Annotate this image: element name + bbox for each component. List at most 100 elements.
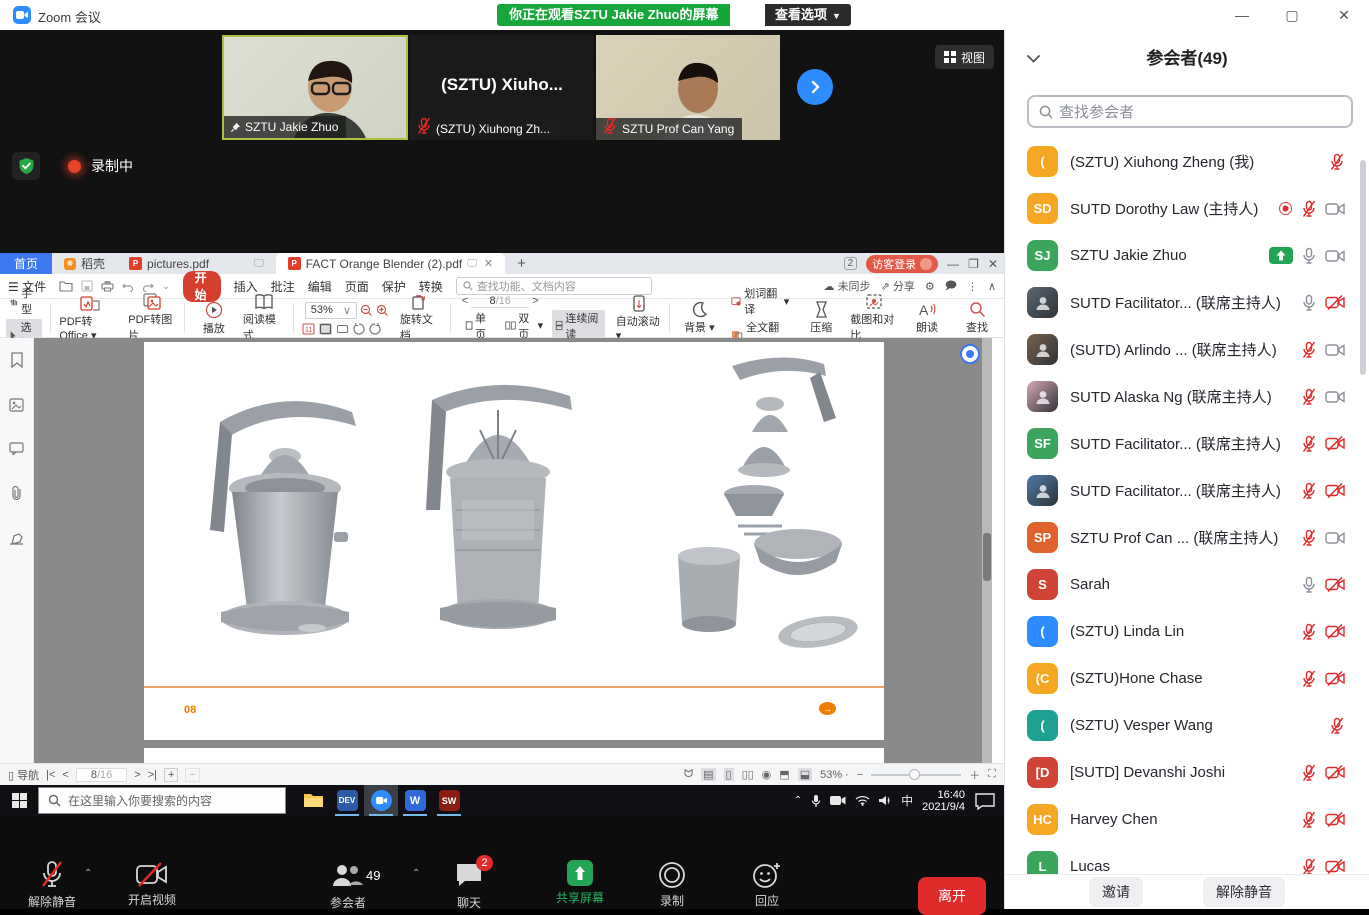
taskbar-solidworks-icon[interactable]: SW	[432, 785, 466, 816]
tab-home[interactable]: 首页	[0, 253, 52, 274]
menu-annotate[interactable]: 批注	[271, 278, 295, 295]
participant-row[interactable]: HCHarvey Chen	[1005, 796, 1369, 843]
word-translate-button[interactable]: 划词翻译 ▾	[728, 285, 792, 317]
menu-protect[interactable]: 保护	[382, 278, 406, 295]
video-thumbnail-xiuhong[interactable]: (SZTU) Xiuho... (SZTU) Xiuhong Zh...	[410, 35, 594, 140]
participants-button[interactable]: 49 参会者	[330, 862, 366, 911]
document-search-input[interactable]: 查找功能、文档内容	[456, 277, 652, 295]
fullscreen-icon[interactable]: ⛶	[988, 768, 996, 781]
participant-row[interactable]: SUTD Facilitator... (联席主持人)	[1005, 279, 1369, 326]
participant-row[interactable]: SUTD Facilitator... (联席主持人)	[1005, 467, 1369, 514]
fit-page-icon[interactable]	[336, 323, 349, 335]
rotate-right-icon[interactable]	[369, 323, 381, 335]
status-layout1-icon[interactable]: ⬒	[779, 768, 789, 781]
unmute-all-button[interactable]: 解除静音	[1203, 877, 1285, 907]
pdf-scrollbar-thumb[interactable]	[983, 533, 991, 581]
customize-qat-icon[interactable]: ⌄	[162, 281, 170, 292]
menu-edit[interactable]: 编辑	[308, 278, 332, 295]
audio-options-chevron[interactable]: ⌃	[84, 868, 92, 879]
read-mode-button[interactable]: 阅读模式	[243, 293, 285, 343]
read-aloud-button[interactable]: A 朗读	[906, 301, 948, 335]
close-tab-icon[interactable]: ✕	[484, 257, 493, 270]
pdf-content-area[interactable]: 08 →	[34, 338, 992, 763]
ime-indicator[interactable]: 中	[901, 792, 913, 809]
save-icon[interactable]	[81, 280, 93, 292]
collapse-ribbon-icon[interactable]: ∧	[988, 280, 996, 293]
page-indicator[interactable]: 8/16	[471, 295, 529, 308]
thumbnail-icon[interactable]	[9, 398, 24, 412]
last-page-button[interactable]: >|	[148, 769, 157, 781]
participant-row[interactable]: SDSUTD Dorothy Law (主持人)	[1005, 185, 1369, 232]
status-play-icon[interactable]: ◉	[762, 768, 772, 781]
participant-row[interactable]: SFSUTD Facilitator... (联席主持人)	[1005, 420, 1369, 467]
eye-protect-icon[interactable]: ᗢ	[684, 768, 693, 781]
menu-convert[interactable]: 转换	[419, 278, 443, 295]
maximize-button[interactable]: ▢	[1272, 0, 1312, 30]
zoom-out-icon[interactable]	[360, 304, 373, 317]
participant-row[interactable]: SUTD Alaska Ng (联席主持人)	[1005, 373, 1369, 420]
compress-button[interactable]: 压缩	[800, 301, 842, 335]
attachment-icon[interactable]	[10, 485, 23, 501]
participant-row[interactable]: SJSZTU Jakie Zhuo	[1005, 232, 1369, 279]
leave-meeting-button[interactable]: 离开	[918, 877, 986, 915]
background-button[interactable]: 背景 ▾	[678, 301, 720, 335]
remove-page-button[interactable]: −	[185, 768, 199, 782]
start-video-button[interactable]: 开启视频	[128, 862, 176, 908]
rotate-left-icon[interactable]	[353, 323, 365, 335]
next-page-button[interactable]: >	[532, 295, 538, 307]
new-tab-button[interactable]: +	[505, 253, 538, 274]
wps-close-button[interactable]: ✕	[988, 257, 998, 271]
window-count-badge[interactable]: 2	[844, 257, 858, 270]
auto-scroll-button[interactable]: 自动滚动 ▾	[616, 295, 662, 342]
participant-row[interactable]: ((SZTU) Xiuhong Zheng (我)	[1005, 138, 1369, 185]
tray-wifi-icon[interactable]	[855, 795, 870, 806]
video-thumbnail-canyang[interactable]: SZTU Prof Can Yang	[596, 35, 780, 140]
more-menu-icon[interactable]: ⋮	[967, 280, 978, 293]
security-shield-icon[interactable]	[12, 152, 40, 180]
participant-row[interactable]: ((SZTU) Vesper Wang	[1005, 702, 1369, 749]
zoom-slider-knob[interactable]	[909, 769, 920, 780]
unmute-button[interactable]: 解除静音	[28, 860, 76, 910]
find-button[interactable]: 查找	[956, 301, 998, 335]
zoom-slider[interactable]	[871, 774, 961, 776]
status-single-icon[interactable]: ▯	[724, 768, 734, 781]
zoom-out-button[interactable]: −	[857, 769, 863, 781]
comment-icon[interactable]: 🗩	[945, 277, 957, 296]
prev-page-button[interactable]: <	[62, 769, 68, 781]
next-videos-button[interactable]	[797, 69, 833, 105]
comment-icon[interactable]	[9, 442, 24, 455]
undo-icon[interactable]	[122, 281, 134, 292]
share-screen-button[interactable]: 共享屏幕	[556, 860, 604, 906]
menu-start[interactable]: 开始	[183, 271, 221, 302]
participant-row[interactable]: SPSZTU Prof Can ... (联席主持人)	[1005, 514, 1369, 561]
tab-rice[interactable]: ❋稻壳	[52, 253, 117, 274]
actual-size-icon[interactable]: 11	[302, 323, 315, 335]
close-button[interactable]: ✕	[1324, 0, 1364, 30]
next-page-button2[interactable]: >	[134, 769, 140, 781]
tray-volume-icon[interactable]	[879, 795, 892, 806]
hand-tool-button[interactable]: 手型	[6, 285, 42, 317]
taskbar-zoom-icon[interactable]	[364, 785, 398, 816]
pdf-to-office-button[interactable]: PDF转Office ▾	[59, 295, 120, 342]
redo-icon[interactable]	[142, 281, 154, 292]
fit-width-icon[interactable]	[319, 323, 332, 335]
video-thumbnail-jakie[interactable]: SZTU Jakie Zhuo	[222, 35, 408, 140]
zoom-in-icon[interactable]	[376, 304, 389, 317]
view-layout-button[interactable]: 视图	[935, 45, 994, 69]
play-slideshow-button[interactable]: 播放	[193, 301, 235, 336]
wps-assistant-icon[interactable]	[960, 344, 980, 364]
participant-row[interactable]: ((SZTU) Linda Lin	[1005, 608, 1369, 655]
tab-fact-orange-blender-pdf[interactable]: PFACT Orange Blender (2).pdf🖵✕	[276, 253, 505, 274]
status-double-icon[interactable]: ▯▯	[742, 768, 754, 781]
taskbar-clock[interactable]: 16:402021/9/4	[922, 789, 965, 813]
pdf-scrollbar[interactable]	[982, 338, 992, 763]
participant-search-input[interactable]: 查找参会者	[1027, 95, 1353, 128]
open-folder-icon[interactable]	[59, 280, 73, 292]
settings-gear-icon[interactable]: ⚙	[925, 280, 935, 293]
screenshot-compare-button[interactable]: 截图和对比	[850, 293, 898, 343]
continuous-read-button[interactable]: 连续阅读	[552, 310, 605, 342]
zoom-level-select[interactable]: 53%∨	[305, 302, 357, 319]
participant-row[interactable]: LLucas	[1005, 843, 1369, 875]
pdf-to-image-button[interactable]: PDF转图片	[128, 293, 176, 343]
invite-button[interactable]: 邀请	[1089, 877, 1143, 907]
